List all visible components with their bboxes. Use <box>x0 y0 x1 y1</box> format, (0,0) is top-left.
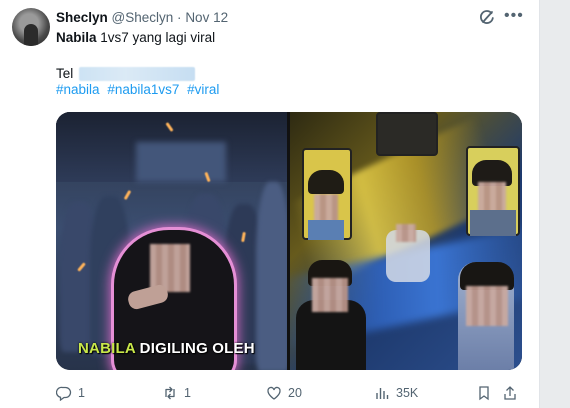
hashtag-list: #nabila #nabila1vs7 #viral <box>56 82 223 97</box>
image-background <box>136 142 226 182</box>
repost-icon <box>165 386 175 400</box>
views-button[interactable]: 35K <box>374 385 418 401</box>
like-count: 20 <box>288 386 302 400</box>
background-person <box>256 182 287 370</box>
user-handle[interactable]: @Sheclyn <box>112 10 174 25</box>
tweet-header: Sheclyn @Sheclyn · Nov 12 <box>56 10 228 26</box>
views-icon <box>376 388 389 399</box>
blurred-face <box>396 224 416 242</box>
bookmark-button[interactable] <box>476 385 492 401</box>
tweet-title-rest: 1vs7 yang lagi viral <box>96 30 216 45</box>
image-caption-highlight: NABILA <box>78 340 136 357</box>
image-caption: NABILA DIGILING OLEH <box>78 340 255 357</box>
tweet-title: Nabila 1vs7 yang lagi viral <box>56 30 215 45</box>
tweet-body: Tel <box>56 66 196 81</box>
redacted-text <box>79 66 196 81</box>
tweet-title-bold: Nabila <box>56 30 97 45</box>
display-name[interactable]: Sheclyn <box>56 10 108 25</box>
repost-count: 1 <box>184 386 191 400</box>
blurred-face <box>314 194 338 222</box>
media-image-right[interactable] <box>290 112 522 370</box>
blurred-face <box>466 286 508 326</box>
video-tile <box>376 112 438 156</box>
shirt <box>470 210 516 236</box>
image-caption-rest: DIGILING OLEH <box>135 340 255 357</box>
blurred-face <box>478 182 506 212</box>
hair <box>308 170 344 194</box>
reply-button[interactable]: 1 <box>56 385 85 401</box>
spark <box>123 189 132 201</box>
views-count: 35K <box>396 386 419 400</box>
media-grid: NABILA DIGILING OLEH <box>56 112 522 370</box>
hashtag-link[interactable]: #nabila1vs7 <box>107 82 179 97</box>
reply-count: 1 <box>78 386 85 400</box>
blurred-face <box>312 278 348 312</box>
avatar[interactable] <box>12 8 50 46</box>
tweet-card[interactable]: Sheclyn @Sheclyn · Nov 12 ••• Nabila 1vs… <box>0 0 540 408</box>
media-image-left[interactable]: NABILA DIGILING OLEH <box>56 112 287 370</box>
repost-button[interactable]: 1 <box>162 385 191 401</box>
tweet-actions: 1 1 20 35K <box>56 385 522 403</box>
heart-icon <box>267 386 281 400</box>
tweet-date[interactable]: Nov 12 <box>185 10 228 25</box>
hashtag-link[interactable]: #nabila <box>56 82 100 97</box>
hashtag-link[interactable]: #viral <box>187 82 219 97</box>
tweet-body-prefix: Tel <box>56 66 74 81</box>
like-button[interactable]: 20 <box>266 385 302 401</box>
grok-icon[interactable] <box>479 9 495 25</box>
more-icon[interactable]: ••• <box>504 8 524 24</box>
bookmark-icon <box>479 386 489 401</box>
reply-icon <box>56 386 72 401</box>
share-button[interactable] <box>502 385 518 401</box>
separator-dot: · <box>177 10 182 25</box>
shirt <box>308 220 344 240</box>
share-icon <box>504 386 516 400</box>
